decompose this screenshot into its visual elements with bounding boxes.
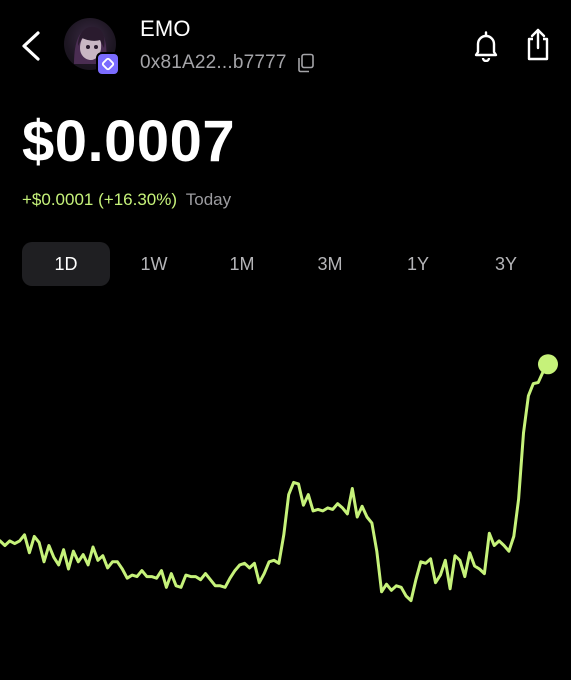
copy-icon[interactable]: [297, 53, 315, 73]
token-name: EMO: [140, 16, 191, 41]
wallet-address: 0x81A22...b7777: [140, 52, 287, 73]
price-value: $0.0007: [22, 109, 236, 174]
current-price-dot: [538, 354, 558, 375]
header: EMO 0x81A22...b7777: [0, 0, 571, 90]
price-chart[interactable]: [0, 300, 571, 680]
tab-1y[interactable]: 1Y: [374, 242, 462, 286]
tab-3y[interactable]: 3Y: [462, 242, 550, 286]
price-change: +$0.0001 (+16.30%): [22, 190, 178, 209]
change-period: Today: [185, 190, 232, 209]
tab-1d[interactable]: 1D: [22, 242, 110, 286]
chain-badge-icon: [96, 52, 120, 76]
share-icon[interactable]: [524, 26, 552, 62]
tab-1w[interactable]: 1W: [110, 242, 198, 286]
price-line: [0, 362, 550, 603]
price-change-row: +$0.0001 (+16.30%) Today: [22, 190, 231, 210]
tab-1m[interactable]: 1M: [198, 242, 286, 286]
tab-3m[interactable]: 3M: [286, 242, 374, 286]
timeframe-tabs: 1D 1W 1M 3M 1Y 3Y: [22, 242, 550, 286]
bell-icon[interactable]: [472, 30, 500, 62]
address-row: 0x81A22...b7777: [140, 52, 315, 74]
back-arrow-icon[interactable]: [18, 28, 46, 64]
